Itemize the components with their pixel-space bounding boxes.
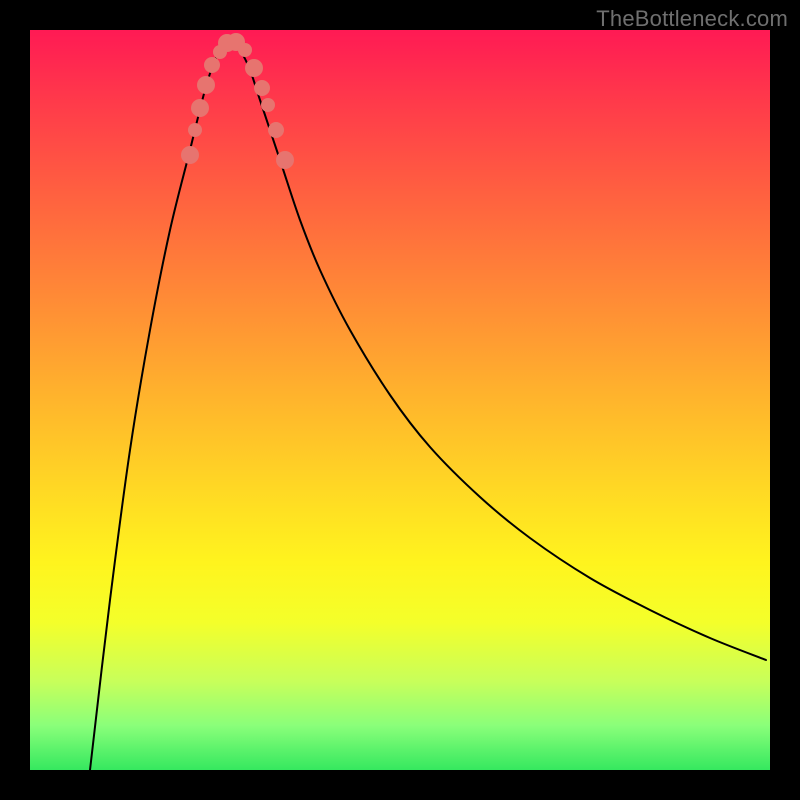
curve-marker [238, 43, 252, 57]
curve-marker [254, 80, 270, 96]
curve-marker [245, 59, 263, 77]
curve-marker [191, 99, 209, 117]
watermark-text: TheBottleneck.com [596, 6, 788, 32]
curve-marker [188, 123, 202, 137]
chart-frame [30, 30, 770, 770]
curve-marker [197, 76, 215, 94]
curve-marker [261, 98, 275, 112]
chart-plot [30, 30, 770, 770]
curve-marker [181, 146, 199, 164]
curve-marker [276, 151, 294, 169]
curve-marker [204, 57, 220, 73]
curve-marker [268, 122, 284, 138]
